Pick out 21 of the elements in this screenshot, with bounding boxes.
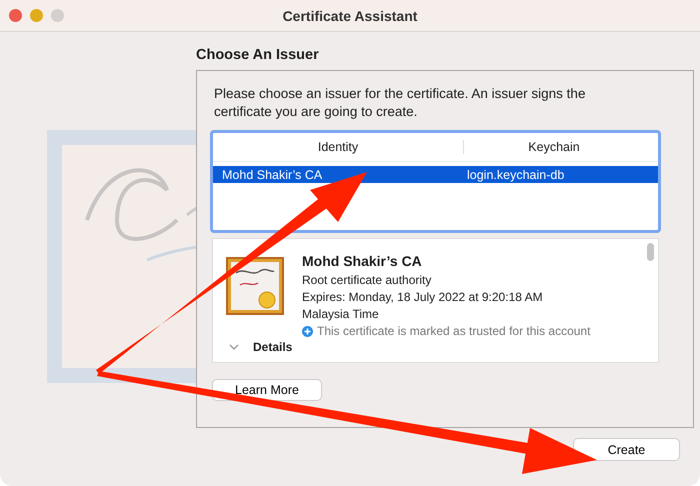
minimize-button[interactable] [30,9,43,22]
details-disclosure[interactable]: Details [229,340,658,354]
column-header[interactable]: Identity [213,140,464,154]
certificate-type: Root certificate authority [302,272,432,289]
chevron-icon [229,344,239,350]
scroll-bar[interactable] [647,243,654,261]
column-header[interactable]: Keychain [464,140,644,154]
certificate-icon [226,257,284,315]
trust-status: This certificate is marked as trusted for this account [317,324,590,338]
certificate-name: Mohd Shakir’s CA [302,253,423,269]
table-cell-text: Mohd Shakir’s CA [221,168,324,182]
close-button[interactable] [9,9,22,22]
zoom-button[interactable] [51,9,64,22]
expiry-text: Expires: Monday, 18 July 2022 at 9:20:18 AM Malaysia Time [302,289,544,323]
section-heading: Choose An Issuer [196,47,320,63]
create-button[interactable]: Create [573,438,680,461]
window-title: Certificate Assistant [282,8,418,24]
table-row[interactable]: Mohd Shakir’s CA login.keychain-db [213,166,658,183]
table-cell-text: login.keychain-db [466,168,564,182]
instructions-text: Please choose an issuer for the certificate. An issuer signs the certificate you are going to create. [214,85,586,121]
plus-icon [302,326,313,336]
